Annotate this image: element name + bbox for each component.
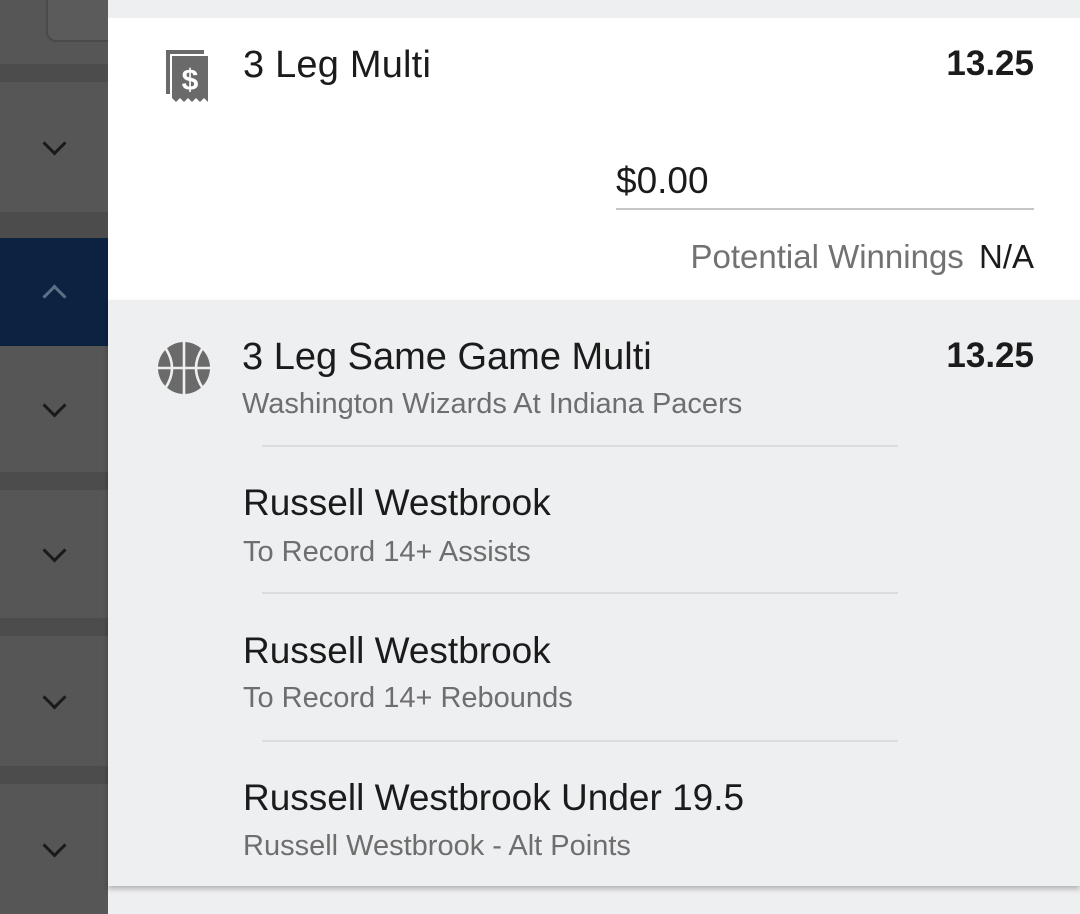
chevron-up-icon <box>41 283 67 309</box>
leg-selection: Russell Westbrook Under 19.5 <box>243 777 745 818</box>
potential-winnings-label: Potential Winnings <box>690 238 964 275</box>
leg-market: To Record 14+ Rebounds <box>243 682 573 714</box>
chevron-down-icon <box>41 392 67 418</box>
sidebar-item-6[interactable] <box>0 784 108 914</box>
svg-text:$: $ <box>182 64 199 97</box>
stake-input[interactable] <box>616 156 1034 210</box>
leg-divider <box>262 740 898 742</box>
chevron-down-icon <box>41 130 67 156</box>
leg-market: Russell Westbrook - Alt Points <box>243 830 631 862</box>
divider <box>0 472 108 490</box>
sgm-odds: 13.25 <box>946 336 1034 375</box>
sgm-title: 3 Leg Same Game Multi <box>242 336 652 378</box>
divider <box>0 618 108 636</box>
chevron-down-icon <box>41 832 67 858</box>
multi-title: 3 Leg Multi <box>243 44 432 86</box>
multi-odds: 13.25 <box>946 44 1034 83</box>
collapsed-bet-list <box>0 0 118 914</box>
sidebar-item-2[interactable] <box>0 238 108 346</box>
same-game-multi-card: 3 Leg Same Game Multi 13.25 Washington W… <box>108 300 1080 886</box>
receipt-dollar-icon: $ <box>166 50 208 102</box>
potential-winnings: Potential Winnings N/A <box>690 238 1034 276</box>
chevron-down-icon <box>41 684 67 710</box>
top-gap <box>108 0 1080 18</box>
potential-winnings-value: N/A <box>978 238 1034 275</box>
divider <box>0 212 108 238</box>
sidebar-item-4[interactable] <box>0 490 108 618</box>
event-name: Washington Wizards At Indiana Pacers <box>242 388 743 420</box>
leg-divider <box>262 592 898 594</box>
sidebar-item-3[interactable] <box>0 346 108 472</box>
divider <box>0 766 108 784</box>
multi-bet-card: $ 3 Leg Multi 13.25 Potential Winnings N… <box>108 18 1080 300</box>
leg-market: To Record 14+ Assists <box>243 536 531 568</box>
sidebar-item-5[interactable] <box>0 636 108 766</box>
sidebar-item-1[interactable] <box>0 82 108 212</box>
leg-selection: Russell Westbrook <box>243 630 551 671</box>
basketball-icon <box>158 342 210 394</box>
chevron-down-icon <box>41 537 67 563</box>
divider <box>0 64 108 82</box>
leg-divider <box>262 445 898 447</box>
leg-selection: Russell Westbrook <box>243 482 551 523</box>
